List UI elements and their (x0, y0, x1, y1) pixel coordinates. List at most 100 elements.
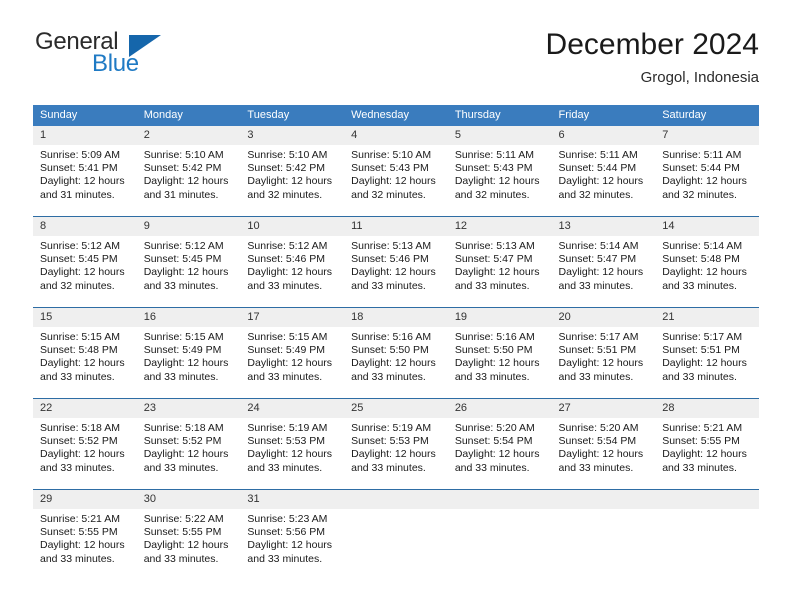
calendar-week-row: 15 Sunrise: 5:15 AM Sunset: 5:48 PM Dayligh… (33, 307, 759, 399)
day-number: 18 (344, 308, 448, 327)
daylight-text-line1: Daylight: 12 hours (247, 448, 333, 461)
calendar-cell[interactable]: 24 Sunrise: 5:19 AM Sunset: 5:53 PM Dayligh… (240, 398, 345, 490)
day-details: Sunrise: 5:15 AM Sunset: 5:48 PM Daylight:… (33, 327, 137, 384)
calendar-cell[interactable]: 18 Sunrise: 5:16 AM Sunset: 5:50 PM Dayligh… (344, 307, 448, 399)
sunrise-text: Sunrise: 5:12 AM (40, 240, 120, 252)
calendar-cell[interactable]: 14 Sunrise: 5:14 AM Sunset: 5:48 PM Dayligh… (655, 216, 759, 308)
daylight-text-line1: Daylight: 12 hours (351, 266, 436, 279)
calendar-cell[interactable]: 27 Sunrise: 5:20 AM Sunset: 5:54 PM Dayligh… (551, 398, 656, 490)
daylight-text-line1: Daylight: 12 hours (40, 357, 125, 370)
calendar-cell[interactable]: 31 Sunrise: 5:23 AM Sunset: 5:56 PM Dayligh… (240, 489, 345, 580)
calendar-cell[interactable]: 11 Sunrise: 5:13 AM Sunset: 5:46 PM Dayligh… (344, 216, 448, 308)
calendar-cell[interactable]: 30 Sunrise: 5:22 AM Sunset: 5:55 PM Dayligh… (136, 489, 241, 580)
calendar-cell[interactable]: 26 Sunrise: 5:20 AM Sunset: 5:54 PM Dayligh… (447, 398, 552, 490)
day-details: Sunrise: 5:20 AM Sunset: 5:54 PM Daylight:… (448, 418, 552, 475)
calendar-cell[interactable]: 13 Sunrise: 5:14 AM Sunset: 5:47 PM Dayligh… (551, 216, 656, 308)
day-details: Sunrise: 5:17 AM Sunset: 5:51 PM Daylight:… (655, 327, 759, 384)
day-details: Sunrise: 5:14 AM Sunset: 5:48 PM Daylight:… (655, 236, 759, 293)
title-block: December 2024 Grogol, Indonesia (546, 28, 759, 87)
sunrise-text: Sunrise: 5:11 AM (454, 149, 534, 161)
sunset-text: Sunset: 5:49 PM (143, 344, 222, 357)
daylight-text-line2: and 31 minutes. (143, 188, 219, 201)
day-number: 17 (240, 308, 345, 327)
calendar-cell[interactable]: 23 Sunrise: 5:18 AM Sunset: 5:52 PM Dayligh… (136, 398, 241, 490)
sunrise-text: Sunrise: 5:19 AM (247, 422, 328, 434)
day-details: Sunrise: 5:18 AM Sunset: 5:52 PM Daylight:… (137, 418, 241, 475)
calendar-cell[interactable]: 9 Sunrise: 5:12 AM Sunset: 5:45 PM Daylight… (136, 216, 241, 308)
calendar-cell[interactable]: 12 Sunrise: 5:13 AM Sunset: 5:47 PM Dayligh… (447, 216, 552, 308)
calendar-cell[interactable]: 17 Sunrise: 5:15 AM Sunset: 5:49 PM Dayligh… (240, 307, 345, 399)
calendar-body: 1 Sunrise: 5:09 AM Sunset: 5:41 PM Daylight… (33, 126, 759, 580)
weekday-header-tuesday: Tuesday (240, 105, 345, 126)
daylight-text-line2: and 33 minutes. (662, 461, 737, 474)
calendar-cell[interactable]: 29 Sunrise: 5:21 AM Sunset: 5:55 PM Dayligh… (33, 489, 137, 580)
day-number: 10 (240, 217, 345, 236)
day-number: 1 (33, 126, 137, 145)
day-details: Sunrise: 5:11 AM Sunset: 5:44 PM Daylight:… (552, 145, 656, 202)
day-number: 9 (136, 217, 241, 236)
calendar-cell[interactable]: 19 Sunrise: 5:16 AM Sunset: 5:50 PM Dayligh… (447, 307, 552, 399)
calendar-cell[interactable]: 20 Sunrise: 5:17 AM Sunset: 5:51 PM Dayligh… (551, 307, 656, 399)
calendar-cell[interactable]: 3 Sunrise: 5:10 AM Sunset: 5:42 PM Daylight… (240, 126, 345, 217)
daylight-text-line1: Daylight: 12 hours (558, 266, 644, 279)
sunset-text: Sunset: 5:45 PM (40, 253, 118, 266)
day-details: Sunrise: 5:13 AM Sunset: 5:47 PM Daylight:… (448, 236, 552, 293)
sunset-text: Sunset: 5:55 PM (40, 526, 118, 539)
day-number: 27 (551, 399, 656, 418)
daylight-text-line2: and 33 minutes. (247, 370, 323, 383)
daylight-text-line2: and 33 minutes. (143, 279, 219, 292)
day-details: Sunrise: 5:13 AM Sunset: 5:46 PM Daylight:… (344, 236, 448, 293)
sunrise-text: Sunrise: 5:20 AM (558, 422, 639, 434)
calendar-cell[interactable]: 2 Sunrise: 5:10 AM Sunset: 5:42 PM Daylight… (136, 126, 241, 217)
daylight-text-line1: Daylight: 12 hours (247, 539, 333, 552)
day-number: 15 (33, 308, 137, 327)
sunset-text: Sunset: 5:46 PM (351, 253, 429, 266)
sunrise-text: Sunrise: 5:16 AM (454, 331, 535, 343)
daylight-text-line2: and 33 minutes. (662, 279, 737, 292)
sunset-text: Sunset: 5:50 PM (351, 344, 429, 357)
daylight-text-line1: Daylight: 12 hours (40, 539, 125, 552)
daylight-text-line2: and 32 minutes. (351, 188, 426, 201)
calendar-cell[interactable]: 21 Sunrise: 5:17 AM Sunset: 5:51 PM Dayligh… (655, 307, 759, 399)
daylight-text-line2: and 33 minutes. (454, 370, 530, 383)
daylight-text-line1: Daylight: 12 hours (351, 357, 436, 370)
sunrise-text: Sunrise: 5:13 AM (351, 240, 432, 252)
calendar-cell[interactable]: 15 Sunrise: 5:15 AM Sunset: 5:48 PM Dayligh… (33, 307, 137, 399)
day-details: Sunrise: 5:15 AM Sunset: 5:49 PM Daylight:… (137, 327, 241, 384)
daylight-text-line1: Daylight: 12 hours (558, 175, 644, 188)
sunrise-text: Sunrise: 5:14 AM (558, 240, 639, 252)
sunset-text: Sunset: 5:47 PM (558, 253, 637, 266)
calendar-cell[interactable]: 28 Sunrise: 5:21 AM Sunset: 5:55 PM Dayligh… (655, 398, 759, 490)
page-title: December 2024 (545, 28, 759, 61)
sunrise-text: Sunrise: 5:18 AM (143, 422, 224, 434)
day-details: Sunrise: 5:23 AM Sunset: 5:56 PM Daylight:… (240, 509, 344, 566)
day-details: Sunrise: 5:14 AM Sunset: 5:47 PM Daylight:… (552, 236, 656, 293)
day-details: Sunrise: 5:15 AM Sunset: 5:49 PM Daylight:… (240, 327, 344, 384)
sunset-text: Sunset: 5:46 PM (247, 253, 326, 266)
calendar-cell[interactable]: 6 Sunrise: 5:11 AM Sunset: 5:44 PM Daylight… (551, 126, 656, 217)
daylight-text-line1: Daylight: 12 hours (662, 266, 747, 279)
sunset-text: Sunset: 5:42 PM (247, 162, 326, 175)
calendar-cell[interactable]: 5 Sunrise: 5:11 AM Sunset: 5:43 PM Daylight… (447, 126, 552, 217)
sunset-text: Sunset: 5:52 PM (40, 435, 118, 448)
location-label: Grogol, Indonesia (640, 68, 759, 86)
sunrise-text: Sunrise: 5:23 AM (247, 513, 328, 525)
calendar-cell[interactable]: 16 Sunrise: 5:15 AM Sunset: 5:49 PM Dayligh… (136, 307, 241, 399)
day-details: Sunrise: 5:21 AM Sunset: 5:55 PM Daylight:… (33, 509, 137, 566)
day-number: 5 (447, 126, 552, 145)
calendar-cell[interactable]: 10 Sunrise: 5:12 AM Sunset: 5:46 PM Dayligh… (240, 216, 345, 308)
calendar-cell[interactable]: 8 Sunrise: 5:12 AM Sunset: 5:45 PM Daylight… (33, 216, 137, 308)
sunset-text: Sunset: 5:43 PM (351, 162, 429, 175)
calendar-cell[interactable]: 1 Sunrise: 5:09 AM Sunset: 5:41 PM Daylight… (33, 126, 137, 217)
day-details: Sunrise: 5:10 AM Sunset: 5:42 PM Daylight:… (240, 145, 344, 202)
general-blue-logo[interactable]: General Blue (33, 28, 233, 86)
sunrise-text: Sunrise: 5:12 AM (143, 240, 224, 252)
day-details: Sunrise: 5:22 AM Sunset: 5:55 PM Daylight:… (137, 509, 241, 566)
day-details: Sunrise: 5:19 AM Sunset: 5:53 PM Daylight:… (344, 418, 448, 475)
calendar-cell[interactable]: 7 Sunrise: 5:11 AM Sunset: 5:44 PM Daylight… (655, 126, 759, 217)
calendar-cell[interactable]: 25 Sunrise: 5:19 AM Sunset: 5:53 PM Dayligh… (344, 398, 448, 490)
calendar-cell[interactable]: 22 Sunrise: 5:18 AM Sunset: 5:52 PM Dayligh… (33, 398, 137, 490)
daylight-text-line2: and 33 minutes. (247, 279, 323, 292)
calendar-cell[interactable]: 4 Sunrise: 5:10 AM Sunset: 5:43 PM Daylight… (344, 126, 448, 217)
day-number: 22 (33, 399, 137, 418)
